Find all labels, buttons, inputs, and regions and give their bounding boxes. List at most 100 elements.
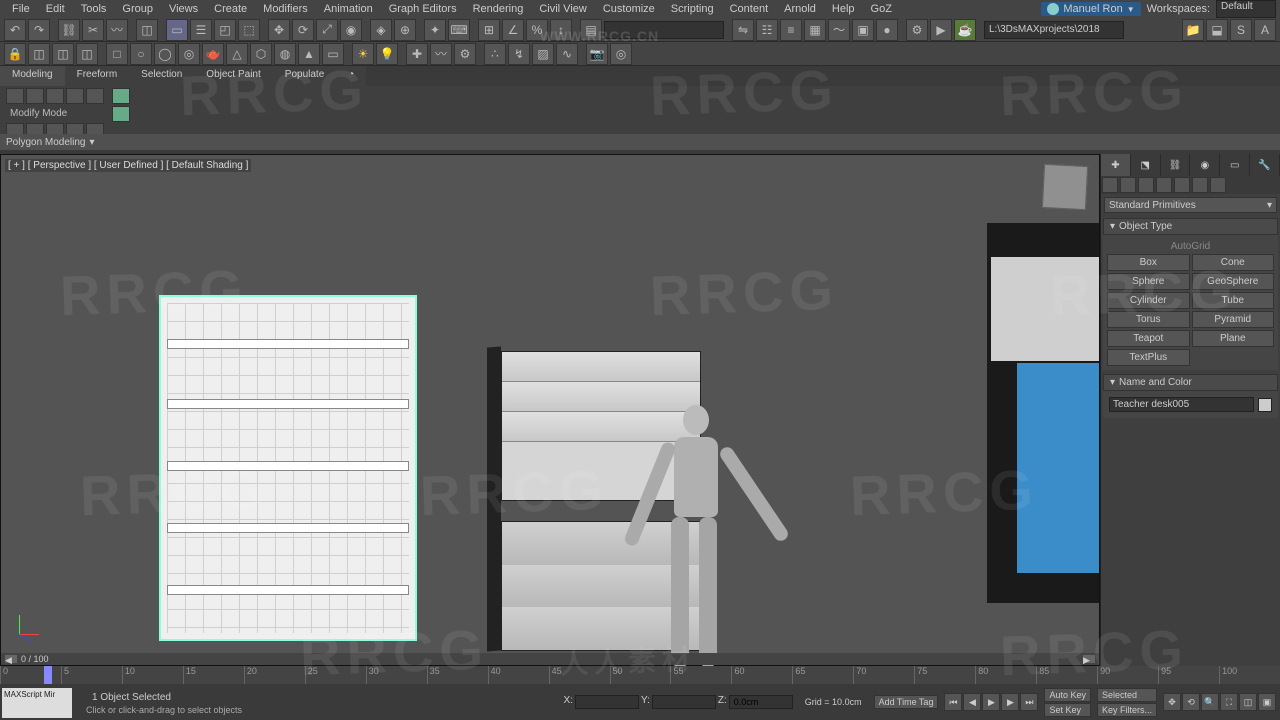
display-tab[interactable]: ▭: [1220, 154, 1250, 176]
maxscript-listener[interactable]: MAXScript Mir: [2, 688, 72, 718]
system-icon[interactable]: ⚙: [454, 43, 476, 65]
keyboard-shortcut-button[interactable]: ⌨: [448, 19, 470, 41]
menu-civil-view[interactable]: Civil View: [531, 1, 594, 17]
maximize-viewport-button[interactable]: ▣: [1258, 693, 1276, 711]
mirror-button[interactable]: ⇋: [732, 19, 754, 41]
box-primitive-icon[interactable]: □: [106, 43, 128, 65]
subobj-border[interactable]: [46, 88, 64, 104]
menu-edit[interactable]: Edit: [38, 1, 73, 17]
create-tab[interactable]: ✚: [1101, 154, 1131, 176]
ribbon-tab-populate[interactable]: Populate: [273, 66, 336, 86]
redo-button[interactable]: ↷: [28, 19, 50, 41]
set-project-button[interactable]: ⬓: [1206, 19, 1228, 41]
bind-spacewarp-button[interactable]: 〰: [106, 19, 128, 41]
orbit-button[interactable]: ⟲: [1182, 693, 1200, 711]
project-path-input[interactable]: [984, 21, 1124, 39]
primitive-sphere[interactable]: Sphere: [1107, 273, 1190, 290]
helpers-cat[interactable]: [1174, 177, 1190, 193]
open-project-button[interactable]: 📁: [1182, 19, 1204, 41]
primitive-pyramid[interactable]: Pyramid: [1192, 311, 1275, 328]
render-setup-button[interactable]: ⚙: [906, 19, 928, 41]
ribbon-tab-freeform[interactable]: Freeform: [65, 66, 130, 86]
goto-end-button[interactable]: ⏭: [1020, 693, 1038, 711]
menu-help[interactable]: Help: [824, 1, 863, 17]
teapot-primitive-icon[interactable]: 🫖: [202, 43, 224, 65]
primitive-tube[interactable]: Tube: [1192, 292, 1275, 309]
percent-snap-button[interactable]: %: [526, 19, 548, 41]
preview-toggle-b[interactable]: [112, 106, 130, 122]
menu-rendering[interactable]: Rendering: [465, 1, 532, 17]
dynamics-icon[interactable]: ↯: [508, 43, 530, 65]
primitive-geosphere[interactable]: GeoSphere: [1192, 273, 1275, 290]
rotate-button[interactable]: ⟳: [292, 19, 314, 41]
autogrid-checkbox[interactable]: AutoGrid: [1107, 239, 1274, 254]
selection-filter[interactable]: ◫: [136, 19, 158, 41]
menu-customize[interactable]: Customize: [595, 1, 663, 17]
systems-cat[interactable]: [1210, 177, 1226, 193]
lights-cat[interactable]: [1138, 177, 1154, 193]
placement-button[interactable]: ◉: [340, 19, 362, 41]
add-time-tag[interactable]: Add Time Tag: [874, 695, 939, 709]
modify-tab[interactable]: ⬔: [1131, 154, 1161, 176]
toggle-ribbon-button[interactable]: ▦: [804, 19, 826, 41]
unlink-button[interactable]: ✂: [82, 19, 104, 41]
helper-icon[interactable]: ✚: [406, 43, 428, 65]
primitive-box[interactable]: Box: [1107, 254, 1190, 271]
pivot-button[interactable]: ⊕: [394, 19, 416, 41]
primitive-category-dropdown[interactable]: Standard Primitives ▾: [1104, 197, 1277, 213]
primitive-textplus[interactable]: TextPlus: [1107, 349, 1190, 366]
pan-button[interactable]: ✥: [1163, 693, 1181, 711]
schematic-view-button[interactable]: ▣: [852, 19, 874, 41]
menu-animation[interactable]: Animation: [316, 1, 381, 17]
perspective-viewport[interactable]: [ + ] [ Perspective ] [ User Defined ] […: [0, 154, 1100, 666]
substance-button[interactable]: S: [1230, 19, 1252, 41]
render-frame-button[interactable]: ▶: [930, 19, 952, 41]
render-button[interactable]: ☕: [954, 19, 976, 41]
hierarchy-tab[interactable]: ⛓: [1161, 154, 1191, 176]
menu-modifiers[interactable]: Modifiers: [255, 1, 316, 17]
user-account[interactable]: Manuel Ron ▼: [1041, 2, 1140, 16]
name-color-rollout[interactable]: ▾Name and Color: [1103, 374, 1278, 391]
menu-goz[interactable]: GoZ: [863, 1, 900, 17]
spinner-snap-button[interactable]: ↕: [550, 19, 572, 41]
time-ruler[interactable]: 0510152025303540455055606570758085909510…: [0, 666, 1280, 684]
move-button[interactable]: ✥: [268, 19, 290, 41]
torus-primitive-icon[interactable]: ◎: [178, 43, 200, 65]
ribbon-tab-selection[interactable]: Selection: [129, 66, 194, 86]
window-crossing-button[interactable]: ⬚: [238, 19, 260, 41]
ribbon-expand-icon[interactable]: ◔: [336, 66, 366, 86]
primitive-teapot[interactable]: Teapot: [1107, 330, 1190, 347]
particle-icon[interactable]: ∴: [484, 43, 506, 65]
arnold-button[interactable]: A: [1254, 19, 1276, 41]
play-button[interactable]: ▶: [982, 693, 1000, 711]
hair-icon[interactable]: ∿: [556, 43, 578, 65]
setkey-toggle[interactable]: Set Key: [1044, 703, 1091, 717]
cameras-cat[interactable]: [1156, 177, 1172, 193]
named-selection-input[interactable]: [604, 21, 724, 39]
scale-button[interactable]: ⤢: [316, 19, 338, 41]
light2-icon[interactable]: 💡: [376, 43, 398, 65]
scroll-left-icon[interactable]: ◀: [5, 655, 17, 663]
select-name-button[interactable]: ☰: [190, 19, 212, 41]
subobj-edge[interactable]: [26, 88, 44, 104]
primitive-cylinder[interactable]: Cylinder: [1107, 292, 1190, 309]
y-coord-input[interactable]: [652, 695, 716, 709]
z-coord-input[interactable]: [729, 695, 793, 709]
timeline-scrollbar[interactable]: ◀ 0 / 100 ▶: [1, 653, 1099, 665]
view-cube[interactable]: [1042, 164, 1088, 210]
select-object-button[interactable]: ▭: [166, 19, 188, 41]
sel-set-a[interactable]: ◫: [28, 43, 50, 65]
menu-file[interactable]: File: [4, 1, 38, 17]
tube-icon[interactable]: ◍: [274, 43, 296, 65]
spacewarp-icon[interactable]: 〰: [430, 43, 452, 65]
next-frame-button[interactable]: ▶: [1001, 693, 1019, 711]
object-color-swatch[interactable]: [1258, 398, 1272, 412]
viewport-label[interactable]: [ + ] [ Perspective ] [ User Defined ] […: [5, 159, 251, 172]
undo-button[interactable]: ↶: [4, 19, 26, 41]
motion-tab[interactable]: ◉: [1190, 154, 1220, 176]
primitive-plane[interactable]: Plane: [1192, 330, 1275, 347]
subobj-poly[interactable]: [66, 88, 84, 104]
zoom-button[interactable]: 🔍: [1201, 693, 1219, 711]
preview-toggle-a[interactable]: [112, 88, 130, 104]
autokey-toggle[interactable]: Auto Key: [1044, 688, 1091, 702]
